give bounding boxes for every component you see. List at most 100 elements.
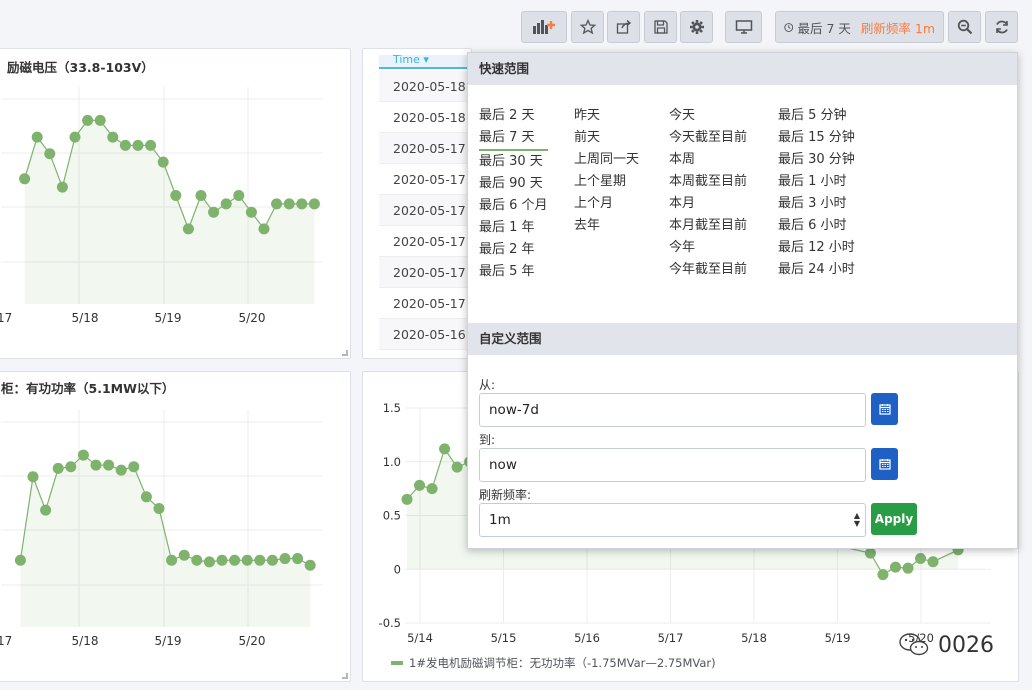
data-point [296,198,308,210]
table-row: 2020-05-17 2 [379,164,471,195]
quick-ranges-header: 快速范围 [468,53,1017,85]
quick-range-item[interactable]: 最后 3 小时 [778,193,855,215]
from-input[interactable]: now-7d [479,393,866,427]
quick-range-item[interactable]: 最后 1 年 [479,217,548,239]
to-calendar-button[interactable] [871,448,898,480]
x-tick-label: 17 [0,634,12,648]
data-point [77,449,89,461]
dashboard-navbar: 最后 7 天 刷新频率 1m [0,0,1032,52]
quick-range-item[interactable]: 最后 5 年 [479,261,548,283]
settings-button[interactable] [680,11,713,43]
share-button[interactable] [607,11,640,43]
quick-range-item[interactable]: 前天 [574,127,639,149]
quick-range-item[interactable]: 最后 5 分钟 [778,105,855,127]
quick-range-item[interactable]: 最后 30 天 [479,151,548,173]
active-power-panel[interactable]: 柜：有功功率（5.1MW以下） 175/185/195/20 [0,371,351,682]
x-tick-label: 5/15 [491,631,517,645]
quick-range-item[interactable]: 最后 1 小时 [778,171,855,193]
data-point [258,223,270,235]
quick-range-column-3: 今天 今天截至目前 本周 本周截至目前 本月 本月截至目前 今年 今年截至目前 [669,105,747,281]
quick-range-item[interactable]: 上个星期 [574,171,639,193]
quick-range-item[interactable]: 最后 6 个月 [479,195,548,217]
data-point [14,554,26,566]
quick-range-item[interactable]: 最后 15 分钟 [778,127,855,149]
quick-range-item[interactable]: 今天 [669,105,747,127]
series-area [24,120,315,304]
data-point [241,554,253,566]
data-point [182,223,194,235]
star-icon [579,19,596,35]
data-point [279,553,291,565]
table-row: 2020-05-18 0 [379,71,471,102]
table-row: 2020-05-17 2 [379,133,471,164]
data-point [56,181,68,193]
data-point [208,206,220,218]
data-point [195,190,207,201]
quick-range-item[interactable]: 本月 [669,193,747,215]
y-tick-label: 1.5 [383,401,401,415]
time-range-button[interactable]: 最后 7 天 刷新频率 1m [775,11,944,43]
quick-range-column-2: 昨天 前天 上周同一天 上个星期 上个月 去年 [574,105,639,237]
add-panel-button[interactable] [521,11,567,43]
data-point [451,461,463,473]
chart-legend[interactable]: 1#发电机励磁调节柜：无功功率（-1.75MVar—2.75MVar) [391,655,716,671]
data-point [132,139,144,151]
y-tick-label: 0.5 [383,509,401,523]
quick-range-item[interactable]: 本月截至目前 [669,215,747,237]
zoom-out-button[interactable] [948,11,981,43]
quick-range-item[interactable]: 最后 30 分钟 [778,149,855,171]
resize-handle[interactable] [342,673,348,679]
quick-range-item[interactable]: 最后 7 天 [479,127,548,151]
share-icon [616,19,631,34]
active-power-chart: 17 5/18 5/19 5/20 [0,410,322,648]
quick-range-item[interactable]: 去年 [574,215,639,237]
quick-range-item[interactable]: 最后 24 小时 [778,259,855,281]
quick-range-item[interactable]: 昨天 [574,105,639,127]
from-calendar-button[interactable] [871,393,898,425]
quick-range-item[interactable]: 本周 [669,149,747,171]
table-header-time[interactable]: Time ▾ [379,55,471,69]
x-tick-label: 17 [0,311,12,325]
data-point [90,459,102,471]
calendar-icon [878,459,891,470]
data-point [220,198,232,210]
data-point [44,148,56,160]
quick-range-item[interactable]: 上个月 [574,193,639,215]
data-point [94,114,106,126]
quick-range-item[interactable]: 最后 6 小时 [778,215,855,237]
data-point [439,443,451,455]
data-point [401,493,413,505]
quick-range-item[interactable]: 今年截至目前 [669,259,747,281]
apply-button[interactable]: Apply [871,503,917,535]
quick-range-item[interactable]: 最后 2 天 [479,105,548,127]
x-tick-label: 5/19 [155,634,182,648]
excitation-voltage-panel[interactable]: 励磁电压（33.8-103V） 175/185/195/20 [0,48,351,359]
refresh-select-value: 1m [489,512,511,528]
data-point [140,491,152,503]
clock-icon [784,22,794,32]
data-point [153,502,165,514]
gear-icon [689,20,704,34]
quick-range-item[interactable]: 最后 90 天 [479,173,548,195]
resize-handle[interactable] [342,350,348,356]
refresh-label: 刷新频率: [479,488,532,502]
refresh-button[interactable] [985,11,1018,43]
data-point [266,554,278,566]
quick-range-item[interactable]: 今天截至目前 [669,127,747,149]
excitation-voltage-chart: 17 5/18 5/19 5/20 [0,87,322,325]
tv-mode-button[interactable] [725,11,762,43]
quick-range-item[interactable]: 本周截至目前 [669,171,747,193]
quick-range-item[interactable]: 最后 2 年 [479,239,548,261]
data-point [889,561,901,573]
quick-range-item[interactable]: 今年 [669,237,747,259]
quick-range-item[interactable]: 最后 12 小时 [778,237,855,259]
quick-range-item[interactable]: 上周同一天 [574,149,639,171]
save-button[interactable] [644,11,677,43]
refresh-select[interactable]: 1m ▲ ▼ [479,503,866,537]
star-button[interactable] [571,11,604,43]
to-input[interactable]: now [479,448,866,482]
data-point [82,114,94,126]
select-arrows-icon: ▲ ▼ [853,511,860,528]
data-point [915,553,927,564]
add-panel-icon [533,20,555,34]
